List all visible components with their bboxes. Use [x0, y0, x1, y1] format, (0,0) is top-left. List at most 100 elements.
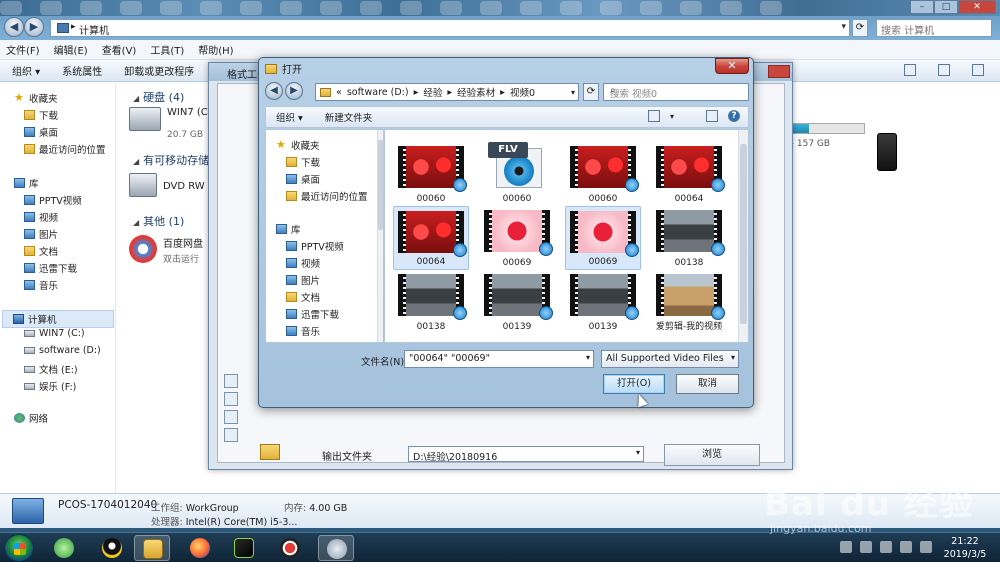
sidebar-item-thunder[interactable]: 迅雷下载 — [24, 261, 77, 275]
file-tile[interactable]: 00139 — [565, 270, 641, 334]
help-icon[interactable]: ? — [728, 110, 740, 122]
sidebar-item-music[interactable]: 音乐 — [24, 278, 58, 292]
organize-button[interactable]: 组织 ▾ — [12, 63, 40, 78]
nav-favorites[interactable]: ★ 收藏夹 — [276, 138, 320, 152]
sidebar-libraries[interactable]: 库 — [14, 176, 39, 190]
taskbar-app-explorer[interactable] — [134, 535, 170, 561]
preview-pane-icon[interactable] — [706, 110, 718, 122]
menu-tools[interactable]: 工具(T) — [150, 42, 184, 57]
drive-c-tile[interactable]: WIN7 (C:) 20.7 GB — [129, 107, 215, 140]
file-tile[interactable]: 00138 — [393, 270, 469, 334]
explorer-search-input[interactable]: 搜索 计算机 — [876, 19, 992, 37]
file-tile[interactable]: FLV 00060 — [479, 142, 555, 206]
nav-item-recent[interactable]: 最近访问的位置 — [286, 189, 368, 203]
breadcrumb-overflow[interactable]: « — [336, 87, 342, 98]
tray-keyboard-icon[interactable] — [840, 541, 852, 553]
sidebar-computer[interactable]: 计算机 — [2, 310, 114, 328]
file-list-scrollbar[interactable] — [738, 130, 748, 342]
taskbar-clock[interactable]: 21:22 2019/3/5 — [938, 535, 992, 561]
menu-file[interactable]: 文件(F) — [6, 42, 40, 57]
phone-device-icon[interactable] — [877, 133, 897, 171]
file-tile[interactable]: 00069 — [565, 206, 641, 270]
sidebar-item-pictures[interactable]: 图片 — [24, 227, 58, 241]
nav-item-downloads[interactable]: 下载 — [286, 155, 320, 169]
sidebar-favorites[interactable]: ★ 收藏夹 — [14, 91, 58, 105]
folder-icon[interactable] — [260, 444, 280, 460]
system-properties-button[interactable]: 系统属性 — [62, 63, 102, 78]
dialog-search-input[interactable]: 搜索 视频0 ⌕ — [603, 83, 749, 101]
menu-help[interactable]: 帮助(H) — [198, 42, 233, 57]
image-tool-icon[interactable] — [224, 392, 238, 406]
close-button[interactable]: ✕ — [958, 0, 996, 14]
sidebar-network[interactable]: 网络 — [14, 411, 48, 425]
file-tile[interactable]: 00138 — [651, 206, 727, 270]
nav-item-pictures[interactable]: 图片 — [286, 273, 320, 287]
tray-app-icon[interactable] — [920, 541, 932, 553]
chevron-down-icon[interactable]: ▾ — [841, 22, 846, 32]
back-button[interactable]: ◀ — [265, 82, 283, 100]
new-folder-button[interactable]: 新建文件夹 — [325, 110, 373, 124]
nav-item-documents[interactable]: 文档 — [286, 290, 320, 304]
view-mode-icon[interactable] — [647, 110, 660, 122]
sidebar-drive-d[interactable]: software (D:) — [24, 345, 101, 356]
help-icon[interactable] — [972, 64, 984, 76]
file-tile[interactable]: 00064 — [393, 206, 469, 270]
minimize-button[interactable]: – — [910, 0, 934, 14]
sidebar-drive-c[interactable]: WIN7 (C:) — [24, 328, 85, 339]
explorer-address-bar[interactable]: ▸ 计算机 ▾ — [50, 19, 850, 37]
dialog-close-button[interactable]: ✕ — [715, 58, 749, 74]
forward-button[interactable]: ▶ — [24, 17, 44, 37]
view-mode-icon[interactable] — [904, 64, 916, 76]
sidebar-item-pptv[interactable]: PPTV视频 — [24, 193, 82, 207]
tray-flag-icon[interactable] — [860, 541, 872, 553]
start-button[interactable] — [4, 534, 34, 562]
tray-volume-icon[interactable] — [900, 541, 912, 553]
nav-item-videos[interactable]: 视频 — [286, 256, 320, 270]
close-button[interactable] — [768, 65, 790, 78]
open-button[interactable]: 打开(O) — [603, 374, 665, 394]
file-tile[interactable]: 00060 — [393, 142, 469, 206]
nav-libraries[interactable]: 库 — [276, 222, 301, 236]
chevron-down-icon[interactable]: ▾ — [571, 88, 575, 97]
dialog-address-bar[interactable]: « software (D:) ▸ 经验 ▸ 经验素材 ▸ 视频0 ▾ — [315, 83, 579, 101]
filename-input[interactable]: "00064" "00069" ▾ — [404, 350, 594, 368]
cancel-button[interactable]: 取消 — [676, 374, 739, 394]
sidebar-item-desktop[interactable]: 桌面 — [24, 125, 58, 139]
forward-button[interactable]: ▶ — [285, 82, 303, 100]
taskbar-app-firefox[interactable] — [182, 535, 218, 561]
taskbar-app-browser[interactable] — [46, 535, 82, 561]
tray-network-icon[interactable] — [880, 541, 892, 553]
filetype-select[interactable]: All Supported Video Files ▾ — [601, 350, 739, 368]
refresh-button[interactable]: ⟳ — [583, 83, 599, 101]
audio-tool-icon[interactable] — [224, 374, 238, 388]
breadcrumb-item[interactable]: software (D:) — [347, 87, 409, 98]
dvd-drive-tile[interactable]: DVD RW — [129, 173, 205, 197]
nav-item-desktop[interactable]: 桌面 — [286, 172, 320, 186]
uninstall-button[interactable]: 卸载或更改程序 — [124, 63, 194, 78]
breadcrumb-item[interactable]: 经验素材 — [457, 85, 495, 99]
nav-item-thunder[interactable]: 迅雷下载 — [286, 307, 339, 321]
breadcrumb-item[interactable]: 经验 — [423, 85, 442, 99]
organize-button[interactable]: 组织 ▾ — [276, 110, 303, 124]
refresh-button[interactable]: ⟳ — [852, 19, 868, 37]
nav-scrollbar[interactable] — [377, 130, 383, 342]
taskbar-app-recorder[interactable] — [272, 535, 308, 561]
nav-item-music[interactable]: 音乐 — [286, 324, 320, 338]
breadcrumb-item[interactable]: 视频0 — [510, 85, 535, 99]
sidebar-drive-e[interactable]: 文档 (E:) — [24, 362, 78, 376]
chevron-down-icon[interactable]: ▾ — [670, 112, 674, 121]
browse-button[interactable]: 浏览 — [664, 444, 760, 466]
breadcrumb-separator[interactable]: ▸ — [447, 87, 452, 98]
chevron-down-icon[interactable]: ▾ — [586, 353, 590, 362]
group-header-other[interactable]: ◢ 其他 (1) — [133, 213, 184, 229]
back-button[interactable]: ◀ — [4, 17, 24, 37]
output-folder-select[interactable]: D:\经验\20180916 ▾ — [408, 446, 644, 463]
taskbar-app-player[interactable] — [226, 535, 262, 561]
breadcrumb-separator[interactable]: ▸ — [500, 87, 505, 98]
disc-tool-icon[interactable] — [224, 410, 238, 424]
sidebar-item-recent[interactable]: 最近访问的位置 — [24, 142, 106, 156]
file-tile[interactable]: 00069 — [479, 206, 555, 270]
preview-pane-icon[interactable] — [938, 64, 950, 76]
group-header-hdd[interactable]: ◢ 硬盘 (4) — [133, 89, 184, 105]
taskbar-app-format-factory[interactable] — [318, 535, 354, 561]
